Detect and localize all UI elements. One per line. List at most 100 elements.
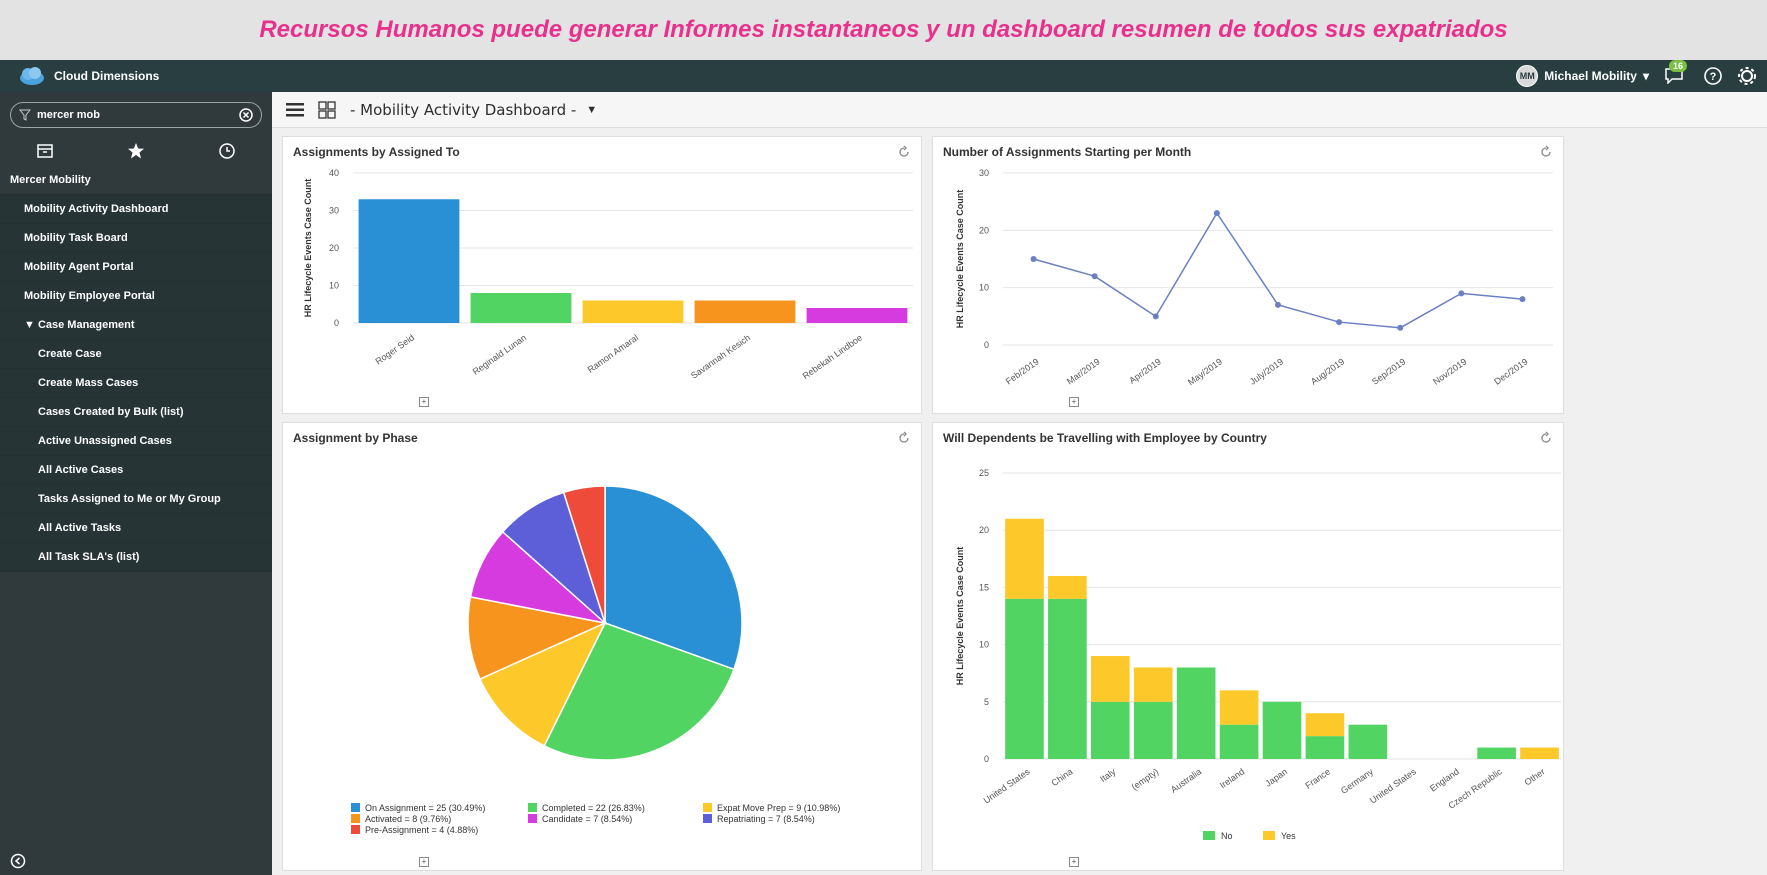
collapse-nav-icon[interactable] (10, 853, 26, 869)
topbar-right: MM Michael Mobility ▾ 16 ? (1516, 60, 1757, 92)
sidebar-item[interactable]: Tasks Assigned to Me or My Group (0, 485, 272, 514)
y-tick-label: 0 (984, 340, 989, 350)
archive-icon[interactable] (36, 142, 54, 160)
sidebar-item[interactable]: Cases Created by Bulk (list) (0, 398, 272, 427)
star-icon[interactable] (127, 142, 145, 160)
sidebar-item[interactable]: All Task SLA's (list) (0, 543, 272, 572)
banner-text: Recursos Humanos puede generar Informes … (259, 16, 1508, 43)
bar-segment (1048, 575, 1087, 599)
x-tick-label: Japan (1263, 766, 1289, 788)
chat-icon[interactable]: 16 (1663, 60, 1689, 86)
clock-icon[interactable] (218, 142, 236, 160)
bar-segment (1219, 690, 1259, 725)
bar-segment (1477, 747, 1516, 759)
dependents-stacked-bar-chart: 0 5 10 15 20 25 HR Lifecycle Events Case Count… (955, 468, 1561, 841)
widget-title: Assignments by Assigned To (293, 145, 460, 159)
x-tick-label: Australia (1169, 766, 1203, 794)
y-tick-label: 20 (329, 243, 339, 253)
widget-title: Will Dependents be Travelling with Emplo… (943, 431, 1267, 445)
refresh-icon[interactable] (1539, 431, 1553, 445)
gear-icon[interactable] (1737, 66, 1757, 86)
user-name: Michael Mobility (1544, 69, 1637, 83)
x-tick-label: Dec/2019 (1492, 356, 1529, 386)
sidebar-item[interactable]: Create Mass Cases (0, 369, 272, 398)
x-tick-label: Aug/2019 (1309, 356, 1346, 386)
dashboard-title[interactable]: - Mobility Activity Dashboard - (350, 101, 576, 119)
legend-swatch (351, 825, 360, 834)
sidebar-item[interactable]: Mobility Employee Portal (0, 282, 272, 311)
sidebar-item[interactable]: Create Case (0, 340, 272, 369)
notification-badge: 16 (1669, 60, 1688, 72)
x-tick-label: July/2019 (1248, 356, 1285, 386)
grid-icon[interactable] (318, 100, 336, 119)
sidebar-item[interactable]: All Active Cases (0, 456, 272, 485)
x-tick-label: Apr/2019 (1127, 356, 1163, 385)
widget-starting-per-month: 0 10 20 30 HR Lifecycle Events Case Count Feb… (932, 136, 1564, 414)
x-tick-label: Ireland (1218, 766, 1246, 790)
menu-icon[interactable] (286, 102, 304, 117)
x-tick-label: France (1303, 766, 1332, 790)
x-tick-label: Mar/2019 (1065, 356, 1102, 386)
bar-segment (1090, 656, 1130, 702)
expand-legend-icon[interactable]: + (419, 857, 429, 867)
widget-dependents-by-country: 0 5 10 15 20 25 HR Lifecycle Events Case Count… (932, 422, 1564, 871)
data-point (1519, 296, 1526, 303)
bar-segment (1305, 736, 1345, 759)
cloud-logo-icon[interactable] (18, 66, 46, 86)
y-tick-label: 30 (979, 168, 989, 178)
expand-legend-icon[interactable]: + (1069, 857, 1079, 867)
y-tick-label: 5 (984, 697, 989, 707)
y-tick-label: 15 (979, 582, 989, 592)
clear-filter-icon[interactable] (239, 108, 253, 122)
sidebar-item[interactable]: Active Unassigned Cases (0, 427, 272, 456)
bar-segment (1133, 701, 1173, 759)
refresh-icon[interactable] (1539, 145, 1553, 159)
dashboard-toolbar: - Mobility Activity Dashboard - ▼ (272, 92, 1767, 128)
bar-segment (1090, 701, 1130, 759)
y-tick-label: 0 (984, 754, 989, 764)
filter-input[interactable]: mercer mob (37, 109, 239, 121)
bar-segment (1305, 713, 1345, 737)
app-name[interactable]: Cloud Dimensions (54, 69, 159, 83)
nav-group-toggle[interactable]: ▼ Case Management (0, 311, 272, 340)
refresh-icon[interactable] (897, 145, 911, 159)
sidebar-item[interactable]: Mobility Activity Dashboard (0, 195, 272, 224)
bar-segment (1348, 724, 1388, 759)
navigator-filter[interactable]: mercer mob (10, 102, 262, 128)
widget-assigned-to: 0 10 20 30 40 HR Lifecycle Events Case Count R… (282, 136, 922, 414)
data-point (1336, 319, 1343, 326)
bar (806, 308, 908, 323)
expand-legend-icon[interactable]: + (419, 397, 429, 407)
x-tick-label: Sep/2019 (1370, 356, 1407, 386)
refresh-icon[interactable] (897, 431, 911, 445)
data-point (1213, 210, 1220, 217)
sidebar-item[interactable]: Mobility Agent Portal (0, 253, 272, 282)
user-menu[interactable]: MM Michael Mobility ▾ (1516, 65, 1649, 87)
data-point (1397, 324, 1404, 331)
help-icon[interactable]: ? (1703, 66, 1723, 86)
expand-legend-icon[interactable]: + (1069, 397, 1079, 407)
nav-section-header[interactable]: Mercer Mobility (0, 166, 272, 195)
bar (694, 300, 796, 323)
legend-swatch (703, 814, 712, 823)
x-tick-label: Italy (1098, 766, 1118, 784)
x-tick-label: Other (1523, 766, 1547, 787)
sidebar-item[interactable]: Mobility Task Board (0, 224, 272, 253)
top-bar: Cloud Dimensions MM Michael Mobility ▾ 1… (0, 60, 1767, 92)
chevron-down-icon: ▾ (1642, 69, 1649, 83)
y-tick-label: 25 (979, 468, 989, 478)
dashboard-dropdown-caret[interactable]: ▼ (586, 104, 597, 116)
bar-segment (1219, 724, 1259, 759)
legend-swatch (351, 803, 360, 812)
bar-segment (1133, 667, 1173, 702)
x-tick-label: Feb/2019 (1004, 356, 1041, 386)
widget-title: Assignment by Phase (293, 431, 418, 445)
legend-label: Expat Move Prep = 9 (10.98%) (717, 803, 840, 813)
data-point (1030, 256, 1037, 262)
x-tick-label: Rebekah Lindboe (801, 332, 865, 381)
x-tick-label: Roger Seid (374, 332, 417, 366)
bar-segment (1176, 667, 1216, 759)
legend-swatch (703, 803, 712, 812)
sidebar-item[interactable]: All Active Tasks (0, 514, 272, 543)
widget-title: Number of Assignments Starting per Month (943, 145, 1192, 159)
